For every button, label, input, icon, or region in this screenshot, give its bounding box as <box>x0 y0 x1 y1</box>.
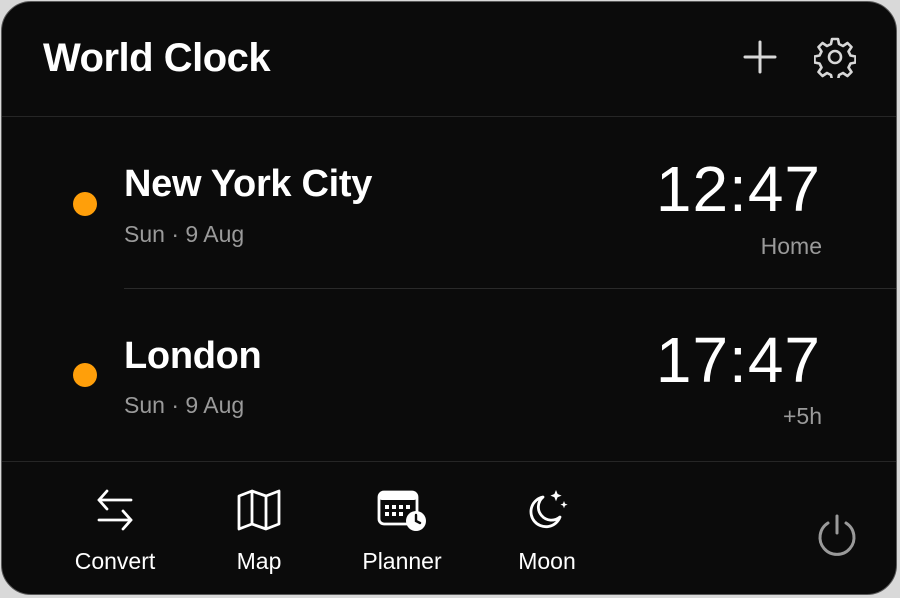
city-name: New York City <box>124 163 373 205</box>
moon-button[interactable]: Moon <box>502 482 592 575</box>
power-button[interactable] <box>809 510 865 566</box>
clock-row-new-york[interactable]: New York City Sun · 9 Aug 12:47 Home <box>2 118 896 288</box>
settings-button[interactable] <box>811 35 859 83</box>
world-clock-window: World Clock New York City Sun · 9 Aug 12… <box>1 1 897 595</box>
planner-button[interactable]: Planner <box>350 482 454 575</box>
daytime-indicator <box>73 363 97 387</box>
city-name: London <box>124 335 262 377</box>
convert-button[interactable]: Convert <box>60 482 170 575</box>
calendar-clock-icon <box>374 482 430 538</box>
time-offset: Home <box>760 233 822 259</box>
map-button[interactable]: Map <box>214 482 304 575</box>
city-time: 17:47 <box>655 324 821 396</box>
row-divider <box>124 288 896 289</box>
clock-row-london[interactable]: London Sun · 9 Aug 17:47 +5h <box>2 290 896 460</box>
city-date: Sun · 9 Aug <box>124 221 245 247</box>
map-label: Map <box>236 548 282 574</box>
planner-label: Planner <box>362 548 442 574</box>
gear-icon <box>813 36 857 83</box>
moon-label: Moon <box>518 548 576 574</box>
footer-toolbar: Convert Map Planner Moon <box>2 461 896 594</box>
city-time: 12:47 <box>655 153 821 225</box>
page-title: World Clock <box>43 36 271 80</box>
moon-stars-icon <box>519 482 575 538</box>
convert-label: Convert <box>74 548 156 574</box>
add-clock-button[interactable] <box>736 35 784 83</box>
header: World Clock <box>2 2 896 117</box>
map-icon <box>231 482 287 538</box>
plus-icon <box>743 40 777 79</box>
daytime-indicator <box>73 192 97 216</box>
power-icon <box>814 513 860 564</box>
swap-arrows-icon <box>87 482 143 538</box>
time-offset: +5h <box>782 403 822 429</box>
city-date: Sun · 9 Aug <box>124 392 245 418</box>
